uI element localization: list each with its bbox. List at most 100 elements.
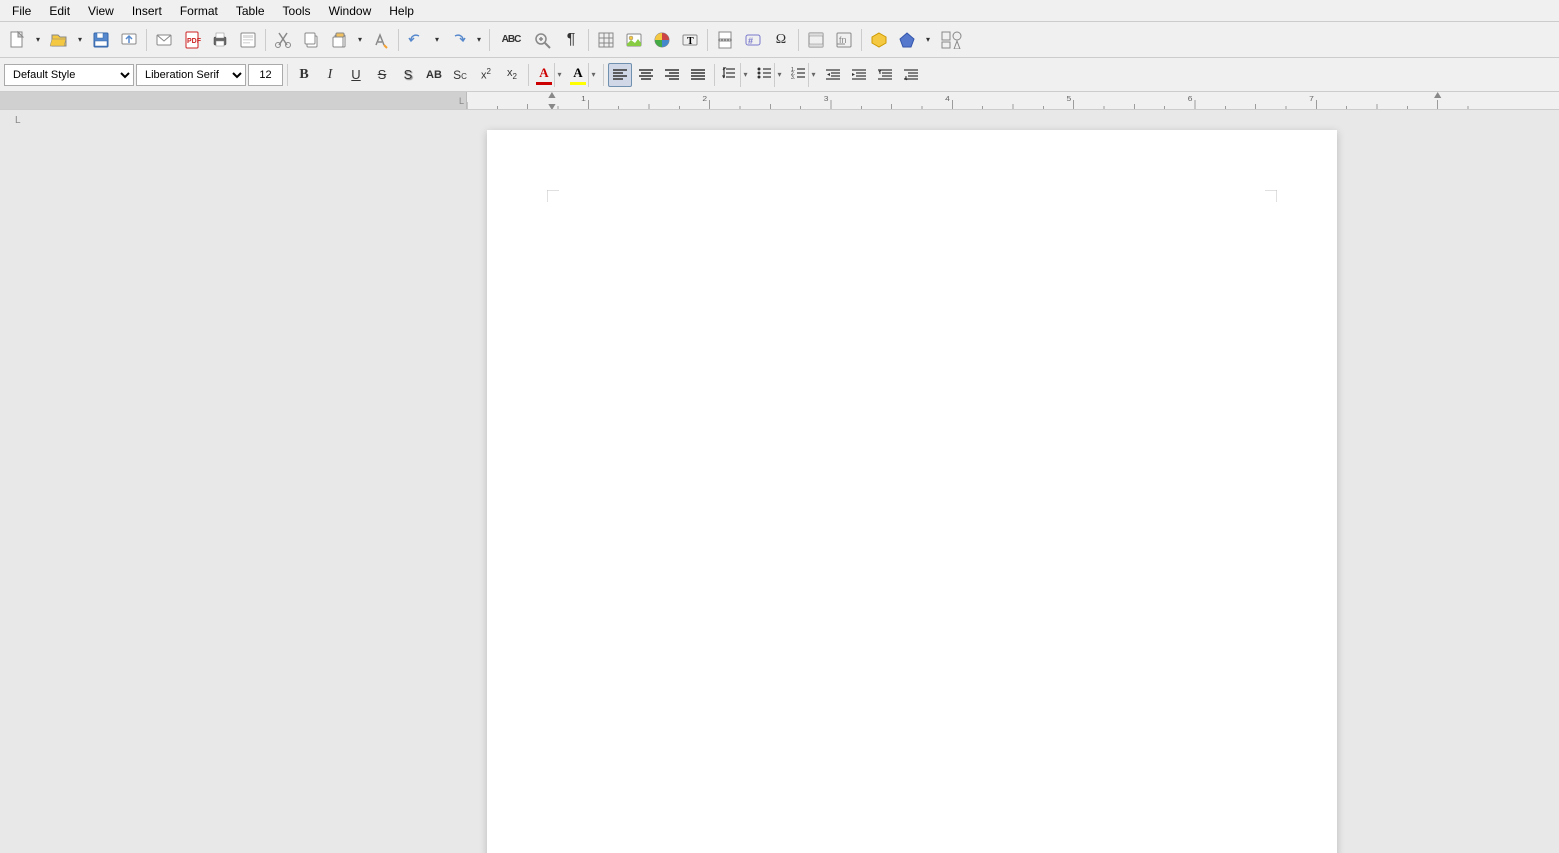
spellcheck-button[interactable]: ABC	[494, 27, 528, 53]
paste-dropdown-button[interactable]: ▾	[354, 27, 366, 53]
insert-chart-button[interactable]	[649, 27, 675, 53]
paste-button[interactable]	[326, 27, 352, 53]
increase-indent-button[interactable]	[847, 63, 871, 87]
find-replace-button[interactable]	[530, 27, 556, 53]
menu-bar: File Edit View Insert Format Table Tools…	[0, 0, 1559, 22]
align-left-button[interactable]	[608, 63, 632, 87]
cut-button[interactable]	[270, 27, 296, 53]
menu-file[interactable]: File	[4, 2, 39, 20]
table-icon	[597, 31, 615, 49]
undo-dropdown-button[interactable]: ▾	[431, 27, 443, 53]
align-left-icon	[612, 68, 628, 82]
navigator-icon	[870, 31, 888, 49]
insert-image-button[interactable]	[621, 27, 647, 53]
separator-5	[588, 29, 589, 51]
highlight-dropdown[interactable]: ▾	[588, 63, 598, 87]
insert-field-button[interactable]: #	[740, 27, 766, 53]
document-page[interactable]	[487, 130, 1337, 853]
bold-button[interactable]: B	[292, 63, 316, 87]
line-spacing-dropdown[interactable]: ▾	[740, 63, 750, 87]
insert-pagebreak-button[interactable]	[712, 27, 738, 53]
export-pdf-button[interactable]: PDF	[179, 27, 205, 53]
font-color-bar	[536, 82, 552, 85]
print-preview-icon	[239, 31, 257, 49]
clone-formatting-button[interactable]	[368, 27, 394, 53]
ruler-track[interactable]: 1 2 3 4 5 6 7	[467, 92, 1559, 109]
drawing-dropdown-button[interactable]: ▾	[922, 27, 934, 53]
italic-button[interactable]: I	[318, 63, 342, 87]
new-document-button[interactable]	[4, 27, 30, 53]
align-right-button[interactable]	[660, 63, 684, 87]
align-right-icon	[664, 68, 680, 82]
ruler: L	[0, 92, 1559, 110]
navigator-button[interactable]	[866, 27, 892, 53]
menu-tools[interactable]: Tools	[275, 2, 319, 20]
basic-shapes-button[interactable]	[936, 27, 968, 53]
strikethrough-button[interactable]: S	[370, 63, 394, 87]
footnote-button[interactable]: fn	[831, 27, 857, 53]
paragraph-spacing-top-button[interactable]	[873, 63, 897, 87]
new-dropdown-button[interactable]: ▾	[32, 27, 44, 53]
underline-button[interactable]: U	[344, 63, 368, 87]
ordered-list-group[interactable]: 1. 2. 3. ▾	[787, 62, 819, 88]
special-chars-button[interactable]: Ω	[768, 27, 794, 53]
align-center-button[interactable]	[634, 63, 658, 87]
open-dropdown-button[interactable]: ▾	[74, 27, 86, 53]
separator-8	[861, 29, 862, 51]
insert-textbox-button[interactable]: T	[677, 27, 703, 53]
smallcaps-button[interactable]: Sc	[448, 63, 472, 87]
menu-edit[interactable]: Edit	[41, 2, 78, 20]
new-icon	[8, 31, 26, 49]
print-preview-button[interactable]	[235, 27, 261, 53]
menu-insert[interactable]: Insert	[124, 2, 170, 20]
omega-icon: Ω	[776, 32, 786, 48]
svg-text:#: #	[748, 36, 753, 46]
separator-4	[489, 29, 490, 51]
save-remote-button[interactable]	[116, 27, 142, 53]
font-color-dropdown[interactable]: ▾	[554, 63, 564, 87]
decrease-indent-button[interactable]	[821, 63, 845, 87]
redo-dropdown-button[interactable]: ▾	[473, 27, 485, 53]
ordered-list-dropdown[interactable]: ▾	[808, 63, 818, 87]
unordered-list-group[interactable]: ▾	[753, 62, 785, 88]
insert-table-button[interactable]	[593, 27, 619, 53]
copy-button[interactable]	[298, 27, 324, 53]
superscript-button[interactable]: x2	[474, 63, 498, 87]
print-button[interactable]	[207, 27, 233, 53]
undo-button[interactable]	[403, 27, 429, 53]
unordered-list-dropdown[interactable]: ▾	[774, 63, 784, 87]
basic-shapes-icon	[941, 31, 963, 49]
uppercase-button[interactable]: AB	[422, 63, 446, 87]
email-button[interactable]	[151, 27, 177, 53]
menu-help[interactable]: Help	[381, 2, 422, 20]
ruler-tab-marker: L	[459, 96, 464, 106]
document-area[interactable]	[467, 110, 1559, 853]
subscript-button[interactable]: x2	[500, 63, 524, 87]
copy-icon	[302, 31, 320, 49]
shadow-button[interactable]: S	[396, 63, 420, 87]
formatting-marks-button[interactable]: ¶	[558, 27, 584, 53]
header-footer-button[interactable]	[803, 27, 829, 53]
chevron-down-icon: ▾	[36, 35, 40, 44]
justify-button[interactable]	[686, 63, 710, 87]
font-size-input[interactable]	[248, 64, 283, 86]
drawing-button[interactable]	[894, 27, 920, 53]
font-name-select[interactable]: Liberation Serif	[136, 64, 246, 86]
pilcrow-icon: ¶	[567, 31, 576, 49]
highlight-color-bar	[570, 82, 586, 85]
line-spacing-group[interactable]: ▾	[719, 62, 751, 88]
cut-icon	[274, 31, 292, 49]
paragraph-style-select[interactable]: Default Style	[4, 64, 134, 86]
font-color-group[interactable]: A ▾	[533, 62, 565, 88]
svg-text:T: T	[687, 36, 694, 47]
menu-table[interactable]: Table	[228, 2, 273, 20]
highlight-color-group[interactable]: A ▾	[567, 62, 599, 88]
paragraph-spacing-bottom-button[interactable]	[899, 63, 923, 87]
open-icon	[50, 31, 68, 49]
redo-button[interactable]	[445, 27, 471, 53]
menu-window[interactable]: Window	[321, 2, 380, 20]
menu-format[interactable]: Format	[172, 2, 226, 20]
open-button[interactable]	[46, 27, 72, 53]
save-button[interactable]	[88, 27, 114, 53]
menu-view[interactable]: View	[80, 2, 122, 20]
